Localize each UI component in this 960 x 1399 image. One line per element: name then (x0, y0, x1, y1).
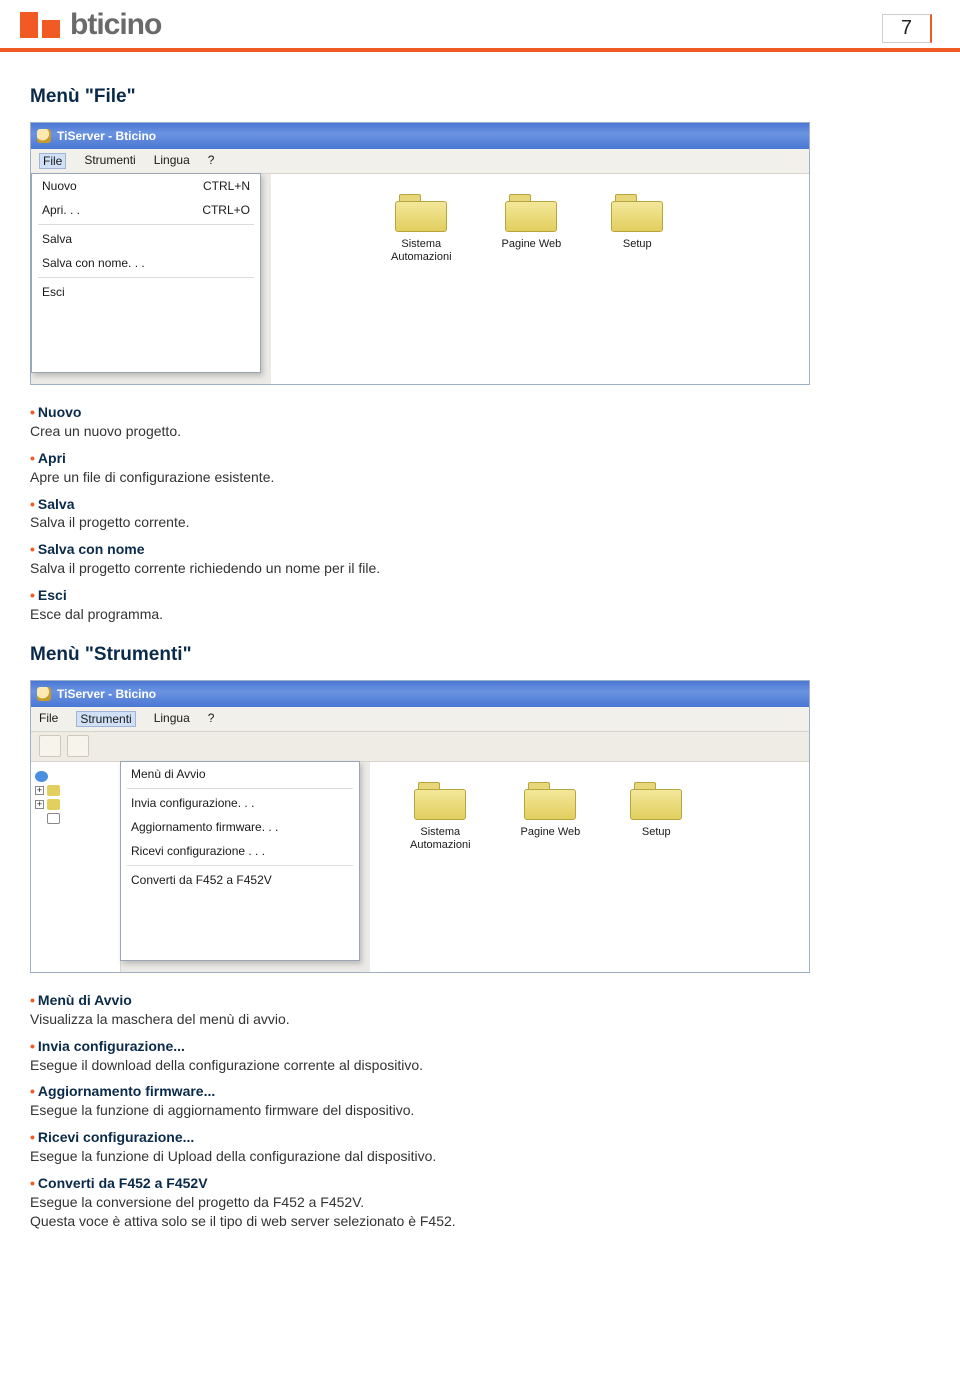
window-title-text: TiServer - Bticino (57, 687, 156, 701)
menu-item-label: Invia configurazione. . . (131, 796, 254, 810)
menu-separator (127, 788, 353, 789)
desc-invia: •Invia configurazione... Esegue il downl… (30, 1037, 930, 1075)
file-menu-apri-shortcut: CTRL+O (202, 203, 250, 217)
folder-icon (524, 782, 576, 820)
tree-pane: + + (31, 762, 121, 972)
desc-salva-con-nome: •Salva con nome Salva il progetto corren… (30, 540, 930, 578)
folder-icon (630, 782, 682, 820)
menu-separator (38, 224, 254, 225)
tree-expand-icon[interactable]: + (35, 786, 44, 795)
menu-lingua[interactable]: Lingua (154, 153, 190, 169)
menubar: File Strumenti Lingua ? (31, 149, 809, 174)
strumenti-menu-firmware[interactable]: Aggiornamento firmware. . . (121, 815, 359, 839)
tree-item[interactable]: + (35, 799, 116, 810)
file-menu-nuovo[interactable]: Nuovo CTRL+N (32, 174, 260, 198)
file-menu-descriptions: •Nuovo Crea un nuovo progetto. •Apri Apr… (30, 403, 930, 624)
menu-separator (127, 865, 353, 866)
window-title-text: TiServer - Bticino (57, 129, 156, 143)
tree-item[interactable] (35, 813, 116, 824)
folder-sistema-automazioni[interactable]: Sistema Automazioni (410, 782, 471, 851)
file-menu-esci-label: Esci (42, 285, 65, 299)
tree-expand-icon[interactable]: + (35, 800, 44, 809)
folder-label: Setup (642, 826, 671, 839)
folder-pagine-web[interactable]: Pagine Web (521, 782, 581, 839)
toolbar (31, 732, 809, 762)
globe-icon (35, 771, 48, 782)
desc-esci: •Esci Esce dal programma. (30, 586, 930, 624)
app-icon (37, 129, 51, 143)
window-titlebar: TiServer - Bticino (31, 123, 809, 149)
folder-setup[interactable]: Setup (611, 194, 663, 251)
menu-item-label: Ricevi configurazione . . . (131, 844, 265, 858)
tree-item[interactable]: + (35, 785, 116, 796)
screenshot-strumenti-menu: TiServer - Bticino File Strumenti Lingua… (30, 680, 810, 973)
strumenti-menu-descriptions: •Menù di Avvio Visualizza la maschera de… (30, 991, 930, 1231)
desc-nuovo: •Nuovo Crea un nuovo progetto. (30, 403, 930, 441)
menu-item-label: Menù di Avvio (131, 767, 206, 781)
file-menu-apri[interactable]: Apri. . . CTRL+O (32, 198, 260, 222)
file-menu-esci[interactable]: Esci (32, 280, 260, 304)
menu-item-label: Converti da F452 a F452V (131, 873, 272, 887)
folder-pagine-web[interactable]: Pagine Web (502, 194, 562, 251)
app-icon (37, 687, 51, 701)
brand-logo-text: bticino (70, 8, 161, 42)
folder-label: Pagine Web (521, 826, 581, 839)
page-icon (47, 813, 60, 824)
window-titlebar: TiServer - Bticino (31, 681, 809, 707)
screenshot-file-menu: TiServer - Bticino File Strumenti Lingua… (30, 122, 810, 385)
desc-avvio: •Menù di Avvio Visualizza la maschera de… (30, 991, 930, 1029)
desc-firmware: •Aggiornamento firmware... Esegue la fun… (30, 1082, 930, 1120)
folder-icon (395, 194, 447, 232)
strumenti-menu-converti[interactable]: Converti da F452 a F452V (121, 868, 359, 892)
menu-strumenti[interactable]: Strumenti (84, 153, 135, 169)
folder-label: Setup (623, 238, 652, 251)
file-menu-salva[interactable]: Salva (32, 227, 260, 251)
toolbar-button[interactable] (67, 735, 89, 757)
brand-logo-icon (20, 12, 60, 38)
strumenti-dropdown: Menù di Avvio Invia configurazione. . . … (120, 761, 360, 961)
page-number: 7 (882, 14, 932, 43)
menu-separator (38, 277, 254, 278)
file-menu-apri-label: Apri. . . (42, 203, 80, 217)
menu-lingua[interactable]: Lingua (154, 711, 190, 727)
tree-item[interactable] (35, 771, 116, 782)
folder-label: Sistema Automazioni (391, 238, 452, 263)
strumenti-menu-avvio[interactable]: Menù di Avvio (121, 762, 359, 786)
folder-icon (47, 799, 60, 810)
desc-apri: •Apri Apre un file di configurazione esi… (30, 449, 930, 487)
folder-sistema-automazioni[interactable]: Sistema Automazioni (391, 194, 452, 263)
menu-strumenti[interactable]: Strumenti (76, 711, 135, 727)
menu-file[interactable]: File (39, 153, 66, 169)
file-menu-salvacon-label: Salva con nome. . . (42, 256, 145, 270)
folder-icon (611, 194, 663, 232)
section-title-file: Menù "File" (30, 86, 930, 108)
content-pane: Sistema Automazioni Pagine Web Setup (370, 762, 809, 972)
folder-label: Pagine Web (502, 238, 562, 251)
desc-ricevi: •Ricevi configurazione... Esegue la funz… (30, 1128, 930, 1166)
menu-help[interactable]: ? (208, 153, 215, 169)
folder-setup[interactable]: Setup (630, 782, 682, 839)
file-menu-salva-label: Salva (42, 232, 72, 246)
file-menu-nuovo-label: Nuovo (42, 179, 77, 193)
menubar: File Strumenti Lingua ? (31, 707, 809, 732)
folder-label: Sistema Automazioni (410, 826, 471, 851)
folder-icon (414, 782, 466, 820)
menu-item-label: Aggiornamento firmware. . . (131, 820, 278, 834)
strumenti-menu-invia[interactable]: Invia configurazione. . . (121, 791, 359, 815)
folder-icon (47, 785, 60, 796)
file-menu-nuovo-shortcut: CTRL+N (203, 179, 250, 193)
desc-converti: •Converti da F452 a F452V Esegue la conv… (30, 1174, 930, 1231)
menu-file[interactable]: File (39, 711, 58, 727)
menu-help[interactable]: ? (208, 711, 215, 727)
section-title-strumenti: Menù "Strumenti" (30, 644, 930, 666)
folder-icon (505, 194, 557, 232)
file-dropdown: Nuovo CTRL+N Apri. . . CTRL+O Salva Salv… (31, 173, 261, 373)
content-pane: Sistema Automazioni Pagine Web Setup (271, 174, 809, 384)
brand-header: bticino (0, 0, 960, 52)
toolbar-button[interactable] (39, 735, 61, 757)
file-menu-salva-con-nome[interactable]: Salva con nome. . . (32, 251, 260, 275)
strumenti-menu-ricevi[interactable]: Ricevi configurazione . . . (121, 839, 359, 863)
desc-salva: •Salva Salva il progetto corrente. (30, 495, 930, 533)
